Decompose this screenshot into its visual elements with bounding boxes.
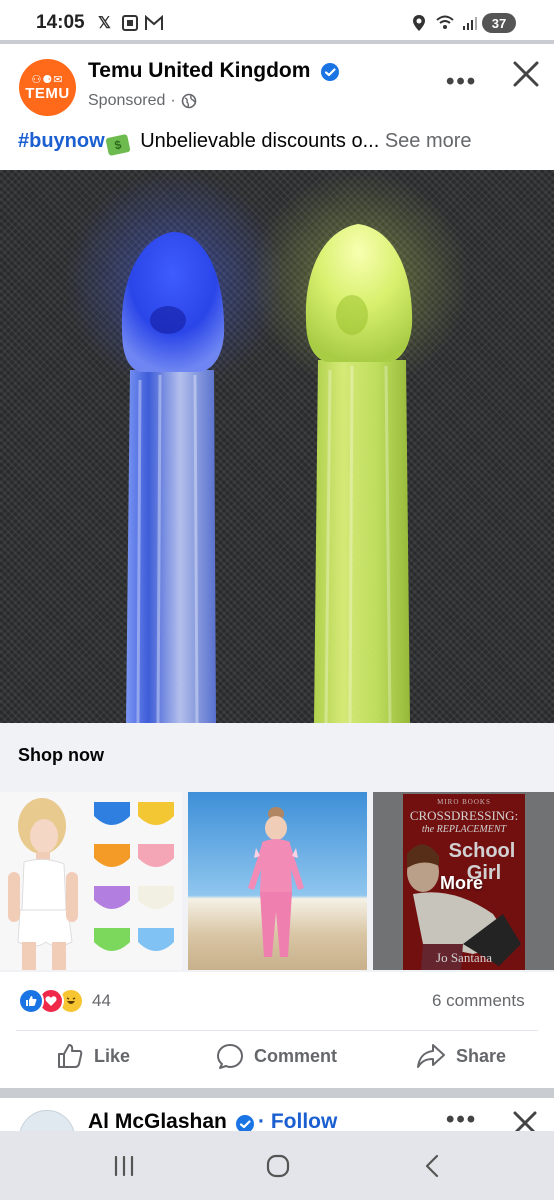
share-button[interactable]: Share: [416, 1040, 506, 1072]
like-button[interactable]: Like: [56, 1040, 130, 1072]
like-reaction-icon: [18, 988, 44, 1014]
post-subline: Sponsored ·: [88, 92, 197, 110]
home-icon[interactable]: [263, 1151, 293, 1181]
avatar-glyphs: ⚇⚈✉: [31, 73, 64, 86]
more-options-icon[interactable]: •••: [446, 68, 477, 96]
money-emoji-icon: $: [105, 133, 131, 157]
comment-icon: [217, 1044, 243, 1069]
post-separator: [0, 1088, 554, 1098]
wifi-icon: [435, 13, 455, 33]
battery-indicator: 37: [482, 13, 516, 33]
post-caption: #buynow $ Unbelievable discounts o... See…: [18, 130, 538, 157]
shop-now-bar[interactable]: Shop now: [0, 723, 554, 789]
avatar-text: TEMU: [25, 84, 70, 102]
hashtag-link[interactable]: #buynow: [18, 130, 105, 152]
carousel-more-label[interactable]: More: [440, 873, 483, 894]
ad-image[interactable]: [0, 170, 554, 723]
system-nav-bar: [0, 1131, 554, 1200]
child-underwear-product-image: [8, 798, 174, 970]
back-icon[interactable]: [418, 1151, 448, 1181]
close-icon[interactable]: [508, 56, 544, 92]
caption-text: Unbelievable discounts o...: [140, 130, 380, 152]
dot-separator: ·: [170, 92, 176, 109]
child-swimsuit-product-image: [248, 807, 304, 957]
product-card-swimsuit[interactable]: [188, 792, 367, 970]
globe-icon: [181, 93, 197, 109]
x-app-icon: 𝕏: [98, 15, 111, 32]
see-more-link[interactable]: See more: [385, 130, 472, 152]
like-icon: [58, 1044, 83, 1068]
signal-icon: [462, 13, 478, 33]
page-avatar[interactable]: ⚇⚈✉ TEMU: [19, 59, 76, 116]
shop-now-label: Shop now: [18, 745, 104, 765]
comment-button[interactable]: Comment: [216, 1040, 337, 1072]
page-name[interactable]: Temu United Kingdom: [88, 59, 310, 83]
status-bar: 14:05 𝕏 37: [0, 0, 554, 44]
verified-badge-icon: [321, 63, 339, 81]
location-icon: [412, 13, 426, 33]
share-icon: [417, 1044, 445, 1068]
next-post-more-icon[interactable]: •••: [446, 1106, 477, 1134]
actions-divider: [16, 1030, 538, 1031]
post-header: ⚇⚈✉ TEMU Temu United Kingdom Sponsored ·…: [0, 44, 554, 124]
product-card-training-pants[interactable]: [0, 792, 182, 970]
comment-label: Comment: [254, 1045, 338, 1066]
sponsored-label[interactable]: Sponsored: [88, 92, 165, 110]
status-time: 14:05: [36, 12, 85, 33]
glowing-sticks-illustration: [65, 170, 470, 723]
comments-count[interactable]: 6 comments: [432, 991, 525, 1011]
recent-apps-icon[interactable]: [109, 1151, 139, 1181]
square-notification-icon: [122, 13, 138, 33]
reaction-count[interactable]: 44: [92, 991, 111, 1011]
gmail-icon: [144, 13, 164, 33]
like-label: Like: [94, 1045, 131, 1066]
share-label: Share: [456, 1045, 507, 1066]
